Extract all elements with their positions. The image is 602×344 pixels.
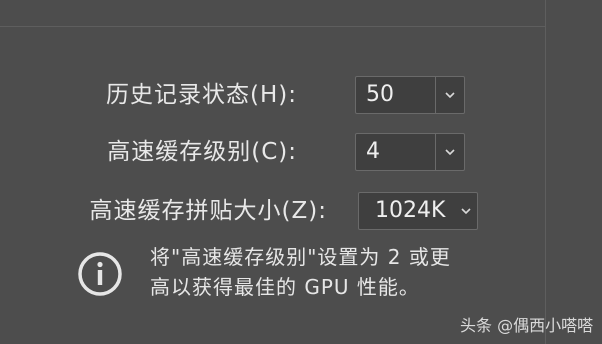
- history-states-label: 历史记录状态(H):: [106, 82, 297, 108]
- select-separator: [435, 77, 436, 113]
- cache-tile-size-select[interactable]: 1024K: [358, 192, 478, 230]
- cache-levels-select[interactable]: 4: [355, 133, 465, 171]
- performance-panel: 历史记录状态(H): 50 高速缓存级别(C): 4 高速缓存拼贴大小(Z): …: [0, 0, 602, 344]
- cache-levels-label: 高速缓存级别(C):: [107, 139, 297, 165]
- watermark: 头条 @偶西小嗒嗒: [460, 316, 594, 335]
- cache-tile-size-value: 1024K: [375, 198, 446, 223]
- divider-top: [0, 26, 545, 27]
- history-states-select[interactable]: 50: [355, 76, 465, 114]
- chevron-down-icon[interactable]: [443, 88, 457, 102]
- chevron-down-icon[interactable]: [443, 145, 457, 159]
- history-states-value: 50: [366, 82, 394, 107]
- note-line-1: 将"高速缓存级别"设置为 2 或更: [150, 245, 451, 269]
- divider-right: [545, 0, 546, 344]
- chevron-down-icon[interactable]: [459, 204, 473, 218]
- history-states-row: 历史记录状态(H): 50: [0, 75, 545, 115]
- cache-levels-row: 高速缓存级别(C): 4: [0, 132, 545, 172]
- select-separator: [435, 134, 436, 170]
- gpu-performance-note: 将"高速缓存级别"设置为 2 或更 高以获得最佳的 GPU 性能。: [150, 242, 510, 302]
- cache-levels-value: 4: [366, 139, 380, 164]
- cache-tile-size-label: 高速缓存拼贴大小(Z):: [89, 198, 327, 224]
- cache-tile-size-row: 高速缓存拼贴大小(Z): 1024K: [0, 191, 545, 231]
- note-line-2: 高以获得最佳的 GPU 性能。: [150, 275, 420, 299]
- info-icon: [78, 252, 122, 296]
